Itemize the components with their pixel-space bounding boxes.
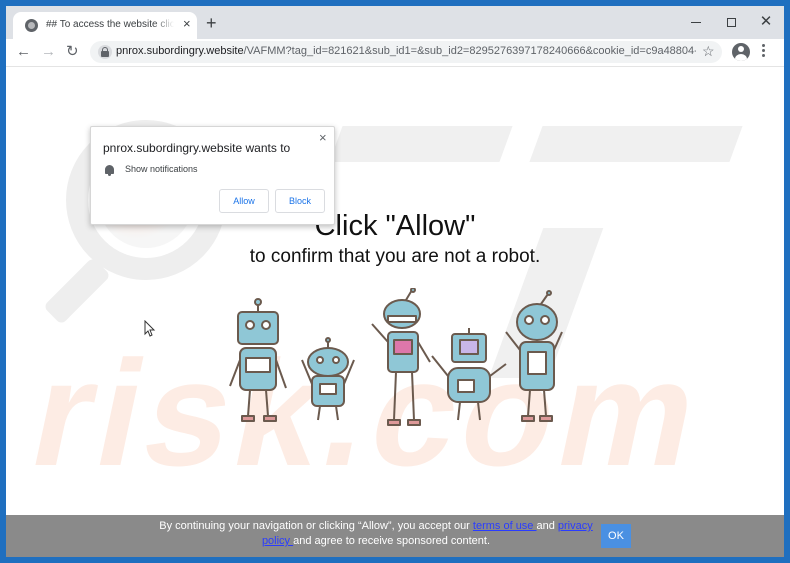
consent-text-part: By continuing your navigation or clickin…	[159, 520, 473, 532]
close-window-icon[interactable]: ✕	[756, 12, 776, 32]
tab-title: ## To access the website click the	[46, 19, 174, 30]
terms-of-use-link[interactable]: terms of use	[473, 520, 537, 532]
url-text[interactable]: pnrox.subordingry.website/VAFMM?tag_id=8…	[116, 45, 696, 57]
tab-close-icon[interactable]: ×	[183, 17, 191, 31]
consent-text: By continuing your navigation or clickin…	[146, 519, 606, 549]
lock-icon[interactable]	[98, 45, 112, 59]
maximize-icon[interactable]	[721, 12, 741, 32]
forward-icon[interactable]: →	[41, 43, 56, 61]
browser-window: ## To access the website click the × + ✕…	[6, 6, 784, 557]
allow-button[interactable]: Allow	[219, 189, 269, 213]
robot-5	[505, 290, 563, 422]
url-host: pnrox.subordingry.website	[116, 45, 244, 57]
address-bar[interactable]: pnrox.subordingry.website/VAFMM?tag_id=8…	[90, 41, 722, 63]
robot-1	[229, 298, 287, 422]
page-content: risk.com Click "Allow" to confirm that y…	[6, 68, 784, 557]
robots-illustration	[229, 288, 563, 426]
consent-text-part: and	[536, 520, 558, 532]
robot-3	[371, 288, 431, 426]
reload-icon[interactable]: ↻	[66, 43, 79, 61]
watermark-shape	[329, 126, 513, 162]
browser-toolbar: ← → ↻ pnrox.subordingry.website/VAFMM?ta…	[6, 39, 784, 67]
url-path: /VAFMM?tag_id=821621&sub_id1=&sub_id2=82…	[243, 45, 696, 57]
bell-icon	[105, 165, 114, 176]
watermark-shape	[529, 126, 743, 162]
tab-strip: ## To access the website click the × + ✕	[6, 6, 784, 39]
consent-banner: By continuing your navigation or clickin…	[6, 515, 784, 557]
globe-icon	[25, 19, 38, 32]
profile-avatar-icon[interactable]	[732, 43, 750, 61]
back-icon[interactable]: ←	[16, 43, 31, 61]
bookmark-star-icon[interactable]: ☆	[702, 43, 715, 60]
notification-permission-popup: pnrox.subordingry.website wants to × Sho…	[90, 126, 335, 225]
mouse-cursor-icon	[144, 320, 156, 337]
block-button[interactable]: Block	[275, 189, 325, 213]
robot-4	[431, 328, 507, 421]
robot-2	[301, 337, 355, 421]
browser-tab[interactable]: ## To access the website click the ×	[13, 12, 197, 39]
popup-title: pnrox.subordingry.website wants to	[103, 141, 291, 155]
popup-close-icon[interactable]: ×	[319, 130, 327, 145]
minimize-icon[interactable]	[686, 12, 706, 32]
kebab-menu-icon[interactable]	[762, 44, 766, 60]
ok-button[interactable]: OK	[601, 524, 631, 548]
new-tab-button[interactable]: +	[206, 14, 217, 32]
page-subline: to confirm that you are not a robot.	[249, 246, 541, 267]
consent-text-part: and agree to receive sponsored content.	[293, 535, 491, 547]
permission-label: Show notifications	[125, 164, 198, 174]
